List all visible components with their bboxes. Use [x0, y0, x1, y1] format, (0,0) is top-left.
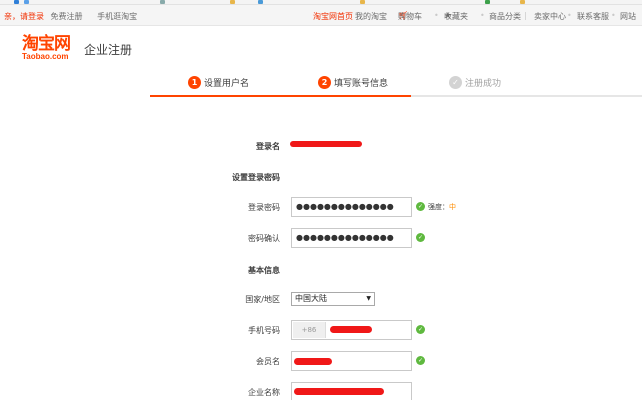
site-nav-link[interactable]: 网站: [620, 11, 636, 22]
login-name-label: 登录名: [256, 142, 280, 151]
home-link[interactable]: 淘宝网首页: [313, 11, 353, 22]
free-register-link[interactable]: 免费注册: [51, 12, 83, 21]
taobao-logo[interactable]: 淘宝网 Taobao.com: [22, 35, 71, 61]
phone-prefix: +86: [293, 322, 326, 338]
registration-steps: 1 设置用户名 2 填写账号信息 ✓ 注册成功: [0, 68, 642, 98]
check-circle-icon: ✓: [449, 76, 462, 89]
country-select[interactable]: 中国大陆 ▼: [291, 292, 375, 306]
confirm-password-label: 密码确认: [248, 234, 280, 243]
mobile-taobao-link[interactable]: 手机逛淘宝: [97, 12, 137, 21]
check-icon: ✓: [416, 325, 425, 334]
member-name-value-redacted: [294, 358, 332, 365]
password-label: 登录密码: [248, 203, 280, 212]
site-topbar: 亲，请登录 免费注册 手机逛淘宝 淘宝网首页 我的淘宝 🛒︎ 购物车 • ★ 收…: [0, 5, 642, 26]
password-row: 登录密码 ●●●●●●●●●●●●●● ✓ 强度：中: [0, 197, 642, 219]
section-title-basic-info: 基本信息: [248, 266, 280, 275]
check-icon: ✓: [416, 202, 425, 211]
login-name-value-redacted: [290, 141, 362, 147]
password-section: 设置登录密码: [0, 168, 642, 190]
my-taobao-link[interactable]: 我的淘宝: [355, 11, 387, 22]
login-name-row: 登录名: [0, 137, 642, 159]
company-name-row: 企业名称: [0, 382, 642, 400]
phone-value-redacted: [330, 326, 372, 333]
page-title: 企业注册: [84, 43, 133, 57]
basic-info-section: 基本信息: [0, 261, 642, 283]
country-label: 国家/地区: [245, 295, 280, 304]
separator: •: [567, 11, 572, 20]
member-name-label: 会员名: [256, 357, 280, 366]
service-link[interactable]: 联系客服: [577, 11, 609, 22]
categories-link[interactable]: 商品分类: [489, 11, 521, 22]
step-number: 1: [188, 76, 201, 89]
step-set-username: 1 设置用户名: [188, 76, 249, 90]
steps-progress-line: [150, 95, 411, 97]
login-link[interactable]: 亲，请登录: [4, 12, 44, 21]
password-input[interactable]: ●●●●●●●●●●●●●●: [291, 197, 412, 217]
confirm-password-input[interactable]: ●●●●●●●●●●●●●●: [291, 228, 412, 248]
step-register-success: ✓ 注册成功: [449, 76, 501, 90]
separator: |: [524, 11, 527, 20]
password-strength: 强度：中: [428, 203, 456, 211]
country-row: 国家/地区 中国大陆 ▼: [0, 289, 642, 311]
company-name-label: 企业名称: [248, 388, 280, 397]
confirm-password-row: 密码确认 ●●●●●●●●●●●●●● ✓: [0, 228, 642, 250]
step-number: 2: [318, 76, 331, 89]
check-icon: ✓: [416, 356, 425, 365]
separator: •: [611, 11, 616, 20]
phone-row: 手机号码 +86 ✓: [0, 320, 642, 342]
company-name-value-redacted: [294, 388, 384, 395]
seller-center-link[interactable]: 卖家中心: [534, 11, 566, 22]
check-icon: ✓: [416, 233, 425, 242]
section-title-password: 设置登录密码: [232, 173, 280, 182]
separator: •: [480, 11, 485, 20]
step-fill-account-info: 2 填写账号信息: [318, 76, 388, 90]
dropdown-arrow-icon: ▼: [366, 295, 371, 302]
member-name-row: 会员名 ✓: [0, 351, 642, 373]
separator: •: [434, 11, 439, 20]
phone-label: 手机号码: [248, 326, 280, 335]
